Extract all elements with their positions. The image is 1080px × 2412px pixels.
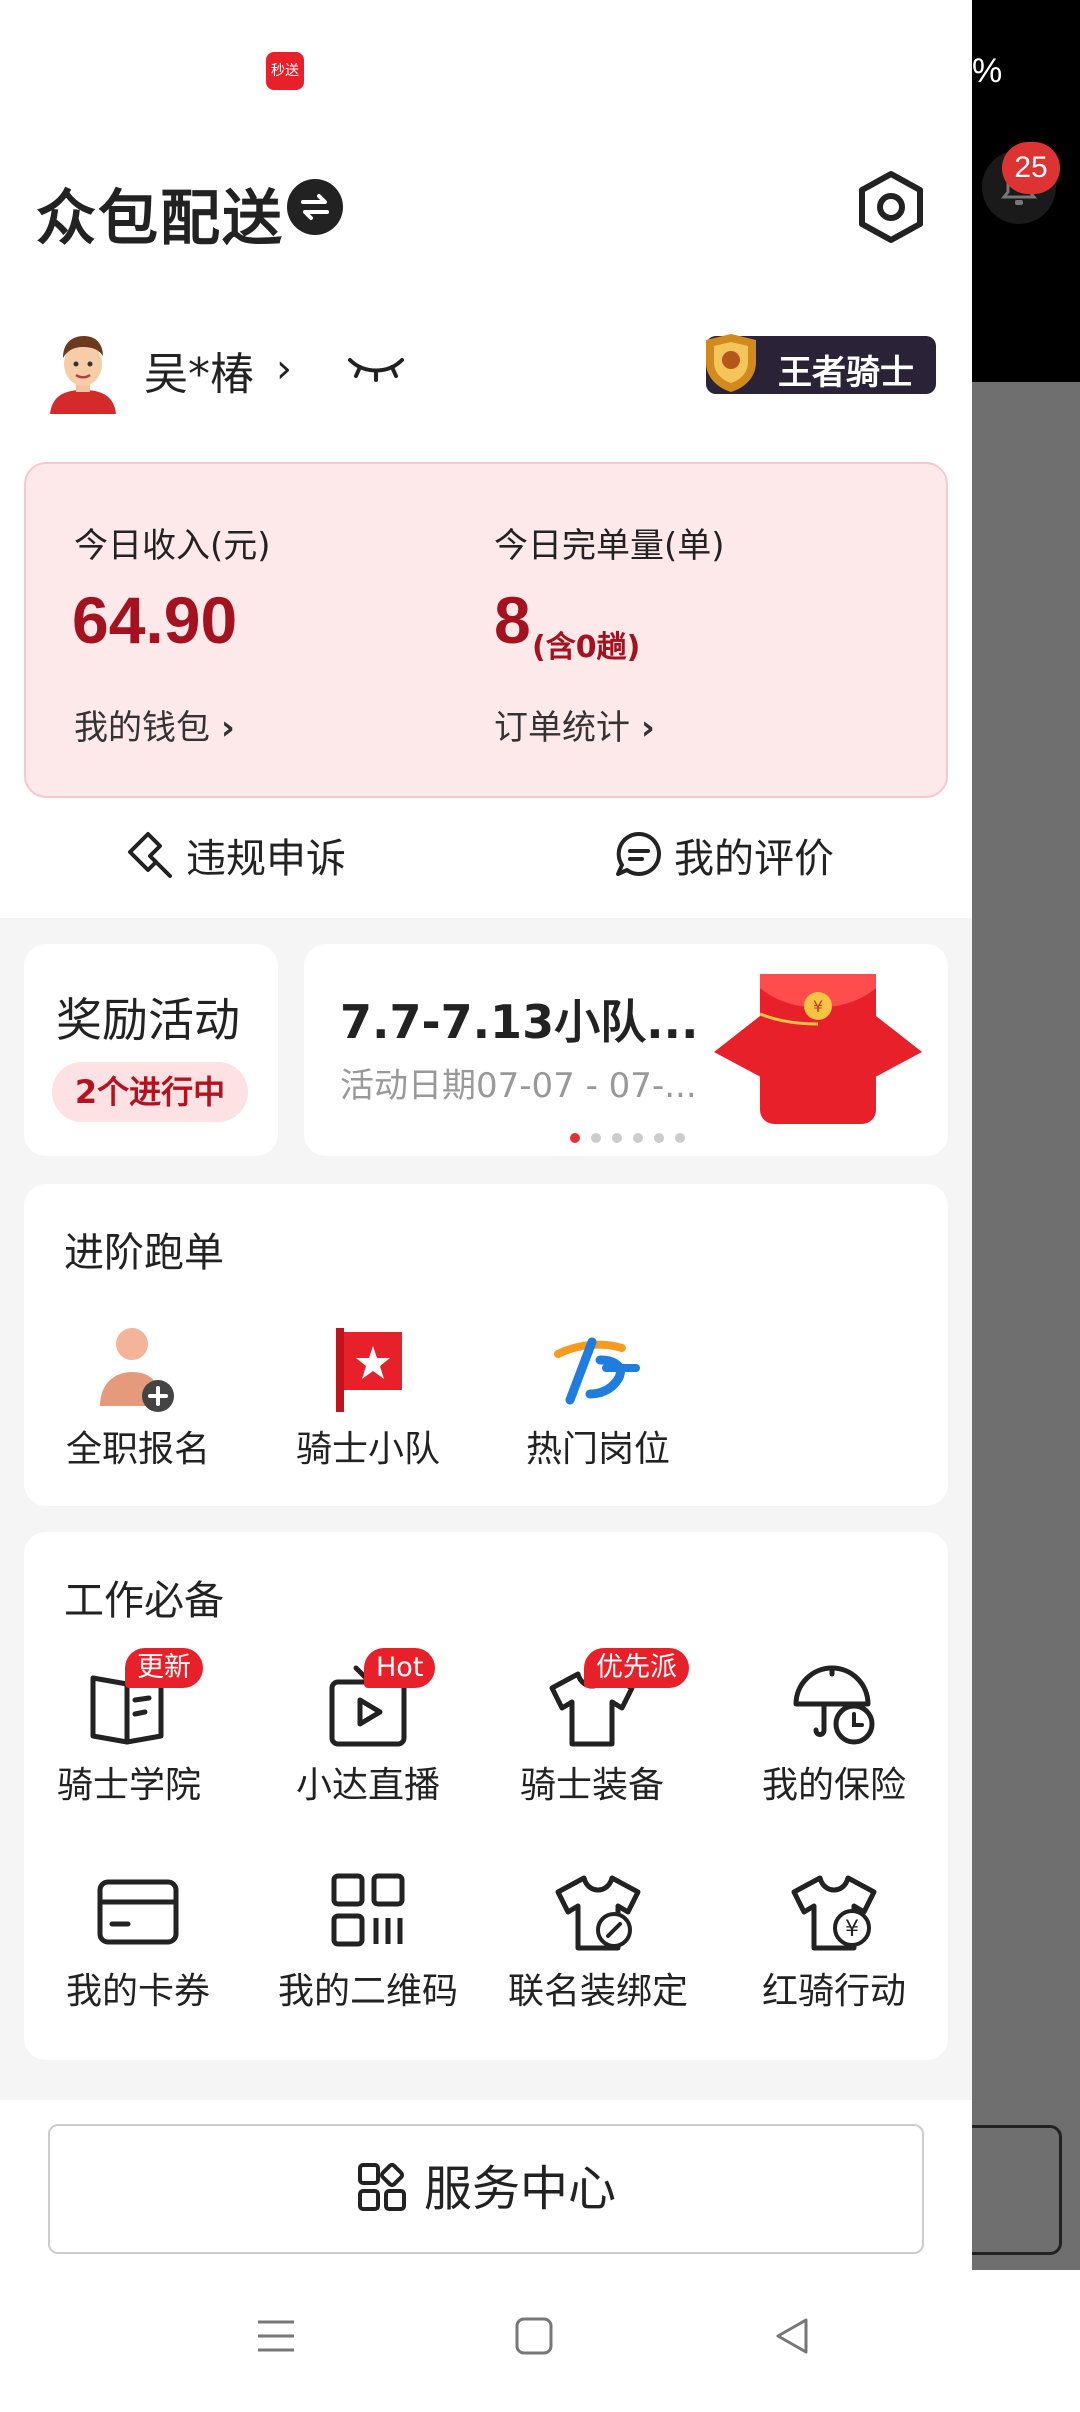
section-title: 进阶跑单	[64, 1230, 224, 1276]
tv-play-icon: Hot	[318, 1648, 436, 1750]
hot-jobs-item[interactable]: 热门岗位	[498, 1324, 698, 1472]
appeal-icon	[128, 832, 172, 878]
reward-activity-card[interactable]: 奖励活动 2个进行中	[24, 944, 278, 1156]
rank-badge-label: 王者骑士	[778, 353, 914, 393]
knight-team-item[interactable]: 骑士小队	[268, 1324, 468, 1472]
svg-text:¥: ¥	[845, 1917, 859, 1942]
priority-tag: 优先派	[584, 1648, 689, 1688]
crown-shield-icon	[706, 334, 756, 392]
my-qrcode-item[interactable]: 我的二维码	[268, 1866, 468, 2014]
section-title: 工作必备	[64, 1578, 224, 1624]
menu-icon[interactable]	[256, 2316, 296, 2360]
service-center-button[interactable]: 服务中心	[48, 2124, 924, 2254]
shirt-link-icon	[548, 1866, 648, 1956]
grid-apps-icon	[357, 2162, 406, 2211]
orders-label: 今日完单量(单)	[494, 526, 725, 566]
wallet-link[interactable]: 我的钱包 ›	[74, 700, 235, 749]
banner-pagination	[570, 1128, 696, 1147]
card-icon	[88, 1866, 188, 1956]
shirt-icon: 优先派	[542, 1648, 689, 1750]
live-stream-item[interactable]: Hot 小达直播	[268, 1648, 468, 1808]
avatar[interactable]	[46, 330, 120, 414]
my-insurance-item[interactable]: 我的保险	[734, 1660, 934, 1808]
notification-badge: 25	[1002, 142, 1060, 194]
back-icon[interactable]	[772, 2316, 812, 2360]
settings-icon[interactable]	[856, 170, 926, 244]
jobs-logo-icon	[548, 1324, 648, 1414]
chevron-right-icon: ›	[640, 708, 655, 748]
fulltime-signup-item[interactable]: 全职报名	[38, 1324, 238, 1472]
chevron-right-icon: ›	[220, 708, 235, 748]
orders-value: 8	[494, 583, 531, 657]
shirt-yen-icon: ¥	[784, 1866, 884, 1956]
activity-banner[interactable]: 7.7-7.13小队... 活动日期07-07 - 07-... ¥	[304, 944, 948, 1156]
flag-icon	[318, 1324, 418, 1414]
svg-text:¥: ¥	[813, 997, 823, 1016]
rank-badge[interactable]: 王者骑士	[706, 334, 936, 394]
chevron-right-icon[interactable]: ›	[276, 346, 292, 392]
book-icon: 更新	[79, 1648, 203, 1750]
my-coupons-item[interactable]: 我的卡券	[38, 1866, 238, 2014]
chat-bubble-icon	[616, 831, 661, 876]
red-knight-action-item[interactable]: ¥ 红骑行动	[734, 1866, 934, 2014]
background-overlay	[972, 382, 1080, 2282]
qrcode-icon	[318, 1866, 418, 1956]
orders-sub: (含0趟)	[532, 630, 641, 665]
update-tag: 更新	[125, 1648, 203, 1688]
switch-icon[interactable]	[287, 179, 343, 235]
order-stats-link[interactable]: 订单统计 ›	[494, 700, 655, 749]
home-icon[interactable]	[514, 2316, 554, 2360]
hot-tag: Hot	[364, 1648, 436, 1688]
work-essentials-section: 工作必备 更新 骑士学院 Hot 小达直播 优先派 骑士装备 我的保险 我的卡券…	[24, 1532, 948, 2060]
background-app: % 25	[952, 0, 1080, 2412]
knight-gear-item[interactable]: 优先派 骑士装备	[492, 1648, 692, 1808]
reward-title: 奖励活动	[56, 993, 240, 1047]
banner-date: 活动日期07-07 - 07-...	[340, 1066, 697, 1106]
red-packet-icon: ¥	[714, 974, 922, 1124]
my-review-button[interactable]: 我的评价	[614, 826, 834, 884]
battery-percent: %	[972, 52, 1003, 90]
eye-closed-icon[interactable]	[346, 352, 406, 386]
appeal-button[interactable]: 违规申诉	[126, 826, 346, 884]
side-drawer: 秒送 众包配送 吴*椿 › 王者骑士 今日收入(元) 64.90 我的钱包 › …	[0, 0, 972, 2412]
username[interactable]: 吴*椿	[144, 338, 254, 402]
page-title: 众包配送	[36, 184, 284, 254]
person-add-icon	[88, 1324, 188, 1414]
umbrella-clock-icon	[784, 1660, 884, 1750]
banner-title: 7.7-7.13小队...	[340, 995, 699, 1049]
income-value: 64.90	[72, 583, 238, 657]
app-notification-icon: 秒送	[266, 52, 304, 90]
advanced-section: 进阶跑单 全职报名 骑士小队 热门岗位	[24, 1184, 948, 1506]
system-nav-bar	[0, 2270, 1080, 2412]
daily-stats-card: 今日收入(元) 64.90 我的钱包 › 今日完单量(单) 8 (含0趟) 订单…	[24, 462, 948, 798]
reward-status-pill: 2个进行中	[52, 1062, 248, 1122]
income-label: 今日收入(元)	[74, 526, 271, 566]
knight-academy-item[interactable]: 更新 骑士学院	[34, 1648, 224, 1808]
cobrand-gear-bind-item[interactable]: 联名装绑定	[498, 1866, 698, 2014]
